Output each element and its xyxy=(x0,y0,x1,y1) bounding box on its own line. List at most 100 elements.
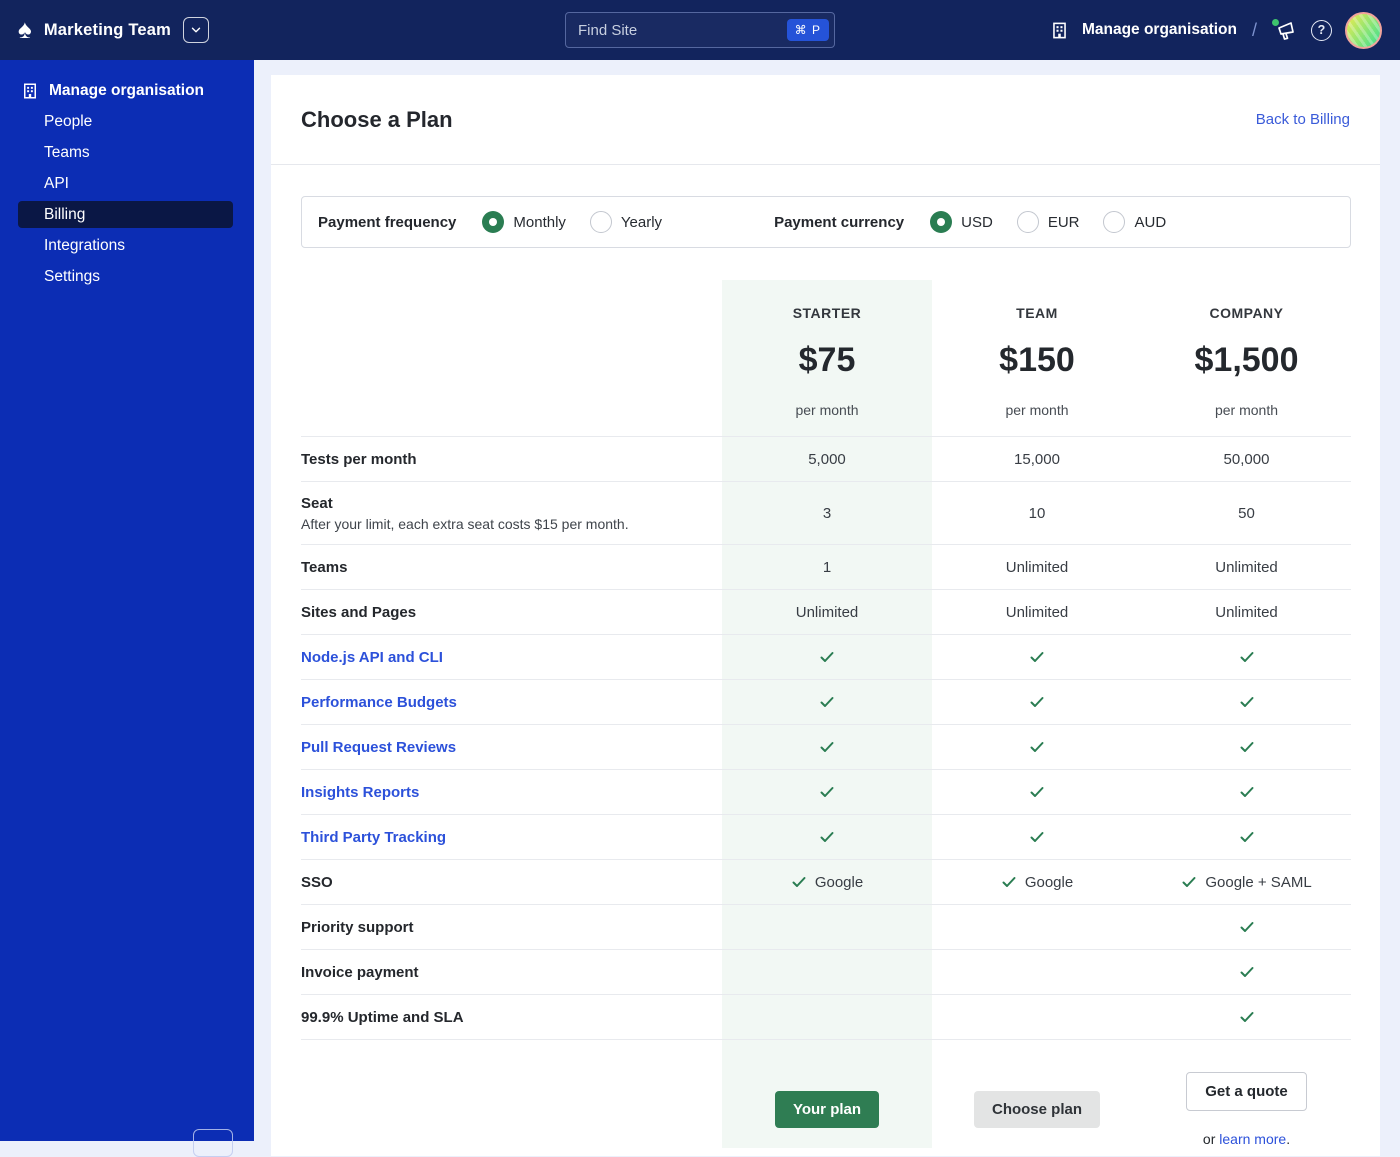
feature-value-cell: Google + SAML xyxy=(1142,860,1351,904)
feature-row-sso: SSO Google Google Google + SAML xyxy=(301,860,1351,905)
feature-value-cell: 3 xyxy=(722,482,932,544)
feature-label: Invoice payment xyxy=(301,963,419,981)
team-name-label: Marketing Team xyxy=(43,20,172,39)
check-icon xyxy=(1030,742,1044,752)
feature-value-text: Unlimited xyxy=(1215,558,1278,576)
feature-value-cell: Unlimited xyxy=(932,545,1142,589)
feature-link[interactable]: Node.js API and CLI xyxy=(301,649,722,666)
feature-label: SSO xyxy=(301,873,333,891)
feature-value-cell: 10 xyxy=(932,482,1142,544)
sidebar-corner-widget[interactable] xyxy=(193,1129,233,1157)
plan-period: per month xyxy=(795,401,859,418)
plan-name: TEAM xyxy=(1016,304,1058,321)
feature-value-cell xyxy=(722,950,932,994)
feature-label-cell: Tests per month xyxy=(301,437,722,481)
frequency-option-yearly[interactable]: Yearly xyxy=(589,211,662,233)
feature-value-text: 5,000 xyxy=(808,450,846,468)
currency-option-aud[interactable]: AUD xyxy=(1103,211,1166,233)
back-to-billing-link[interactable]: Back to Billing xyxy=(1256,111,1350,128)
feature-value-cell xyxy=(722,905,932,949)
sidebar-item-api[interactable]: API xyxy=(18,170,233,197)
your-plan-button[interactable]: Your plan xyxy=(774,1090,880,1128)
plan-comparison-table: STARTER $75 per month TEAM $150 per month COMP… xyxy=(301,280,1351,1148)
frequency-label-monthly: Monthly xyxy=(513,213,566,231)
feature-value-cell xyxy=(1142,815,1351,859)
announcements-button[interactable] xyxy=(1272,18,1298,42)
plan-cta-cell-company: Get a quote or learn more. xyxy=(1142,1040,1351,1148)
currency-radio-eur[interactable] xyxy=(1016,211,1039,233)
choose-plan-button[interactable]: Choose plan xyxy=(973,1090,1100,1128)
learn-more-pre: or xyxy=(1202,1130,1220,1147)
billing-card: Choose a Plan Back to Billing Payment fr… xyxy=(271,75,1380,1156)
feature-value-cell xyxy=(1142,995,1351,1039)
feature-link[interactable]: Performance Budgets xyxy=(301,694,722,711)
feature-value-text: Unlimited xyxy=(795,603,859,621)
feature-row-seat: Seat After your limit, each extra seat co… xyxy=(301,482,1351,545)
feature-value-cell xyxy=(932,680,1142,724)
check-icon xyxy=(820,832,834,842)
feature-value-text: Google + SAML xyxy=(1205,873,1312,891)
feature-label-cell: Node.js API and CLI xyxy=(301,635,722,679)
feature-link[interactable]: Insights Reports xyxy=(301,784,722,801)
feature-value-cell: 1 xyxy=(722,545,932,589)
check-icon xyxy=(1030,697,1044,707)
feature-value-text: Google xyxy=(1024,873,1074,891)
plan-cta-cell-team: Choose plan xyxy=(932,1040,1142,1148)
sidebar-nav: People Teams API Billing Integrations Setting… xyxy=(0,108,254,290)
currency-option-eur[interactable]: EUR xyxy=(1016,211,1079,233)
currency-label-usd: USD xyxy=(961,213,993,231)
frequency-option-monthly[interactable]: Monthly xyxy=(482,211,566,233)
feature-row-tests-per-month: Tests per month 5,000 15,000 50,000 xyxy=(301,437,1351,482)
sidebar-item-people[interactable]: People xyxy=(18,108,233,135)
get-a-quote-button[interactable]: Get a quote xyxy=(1186,1071,1307,1111)
feature-row-third-party-tracking: Third Party Tracking xyxy=(301,815,1351,860)
feature-value-cell: Google xyxy=(722,860,932,904)
sidebar-item-billing[interactable]: Billing xyxy=(18,201,233,228)
sidebar-item-teams[interactable]: Teams xyxy=(18,139,233,166)
manage-organisation-link[interactable]: Manage organisation xyxy=(1082,21,1237,39)
feature-link[interactable]: Third Party Tracking xyxy=(301,829,722,846)
help-button[interactable]: ? xyxy=(1311,19,1332,41)
sidebar-item-settings[interactable]: Settings xyxy=(18,263,233,290)
feature-value-cell: Unlimited xyxy=(1142,545,1351,589)
currency-radio-aud[interactable] xyxy=(1103,211,1126,233)
feature-link[interactable]: Pull Request Reviews xyxy=(301,739,722,756)
feature-row-performance-budgets: Performance Budgets xyxy=(301,680,1351,725)
learn-more-link[interactable]: learn more xyxy=(1219,1131,1286,1147)
feature-row-99-9-uptime-and-sla: 99.9% Uptime and SLA xyxy=(301,995,1351,1040)
currency-radio-usd[interactable] xyxy=(930,211,953,233)
feature-value-cell xyxy=(722,725,932,769)
currency-radio-group: USD EUR AUD xyxy=(930,211,1190,233)
app-logo-spade-icon: ♠ xyxy=(18,14,32,44)
plan-column-starter: STARTER $75 per month xyxy=(722,280,932,436)
feature-label: Sites and Pages xyxy=(301,603,417,621)
plan-cta-row: Your plan Choose plan Get a quote or learn … xyxy=(301,1040,1351,1148)
plan-header-row: STARTER $75 per month TEAM $150 per month COMP… xyxy=(301,280,1351,437)
payment-frequency-label: Payment frequency xyxy=(318,213,457,231)
check-icon xyxy=(1240,1012,1253,1022)
sidebar-header-label: Manage organisation xyxy=(49,82,205,99)
team-switcher-button[interactable] xyxy=(183,17,210,43)
feature-label-cell: Insights Reports xyxy=(301,770,722,814)
payment-options-box: Payment frequency Monthly Yearly Payment … xyxy=(301,196,1351,248)
frequency-radio-yearly[interactable] xyxy=(589,211,612,233)
plan-period: per month xyxy=(1005,401,1069,418)
learn-more-note: or learn more. xyxy=(1203,1131,1290,1147)
plan-period: per month xyxy=(1214,401,1279,418)
currency-option-usd[interactable]: USD xyxy=(930,211,993,233)
check-icon xyxy=(1240,742,1253,752)
find-site-search[interactable]: Find Site ⌘ P xyxy=(565,12,835,48)
search-placeholder: Find Site xyxy=(578,21,638,39)
feature-value-cell xyxy=(722,635,932,679)
feature-label: Seat xyxy=(301,494,333,512)
check-icon xyxy=(1030,832,1044,842)
feature-label: 99.9% Uptime and SLA xyxy=(301,1008,464,1026)
feature-value-cell: Unlimited xyxy=(932,590,1142,634)
organisation-building-icon xyxy=(1053,22,1066,38)
top-bar: ♠ Marketing Team Find Site ⌘ P Manage or… xyxy=(0,0,1400,60)
sidebar-item-integrations[interactable]: Integrations xyxy=(18,232,233,259)
feature-row-teams: Teams 1 Unlimited Unlimited xyxy=(301,545,1351,590)
feature-label-cell: Teams xyxy=(301,545,722,589)
user-avatar[interactable] xyxy=(1345,11,1382,49)
frequency-radio-monthly[interactable] xyxy=(482,211,505,233)
